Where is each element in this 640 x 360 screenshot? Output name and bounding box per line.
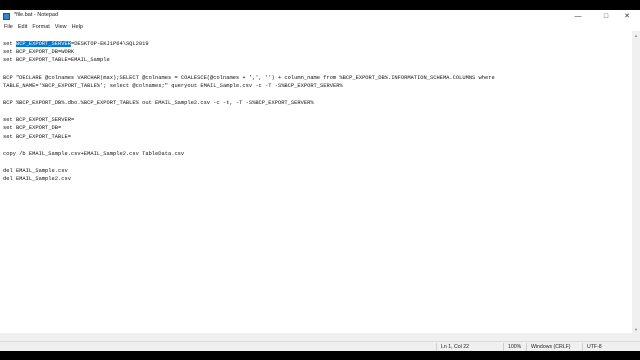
status-bar: Ln 1, Col 22 100% Windows (CRLF) UTF-8 xyxy=(0,341,640,351)
selected-text: BCP_EXPORT_SERVER xyxy=(15,41,71,47)
encoding: UTF-8 xyxy=(582,343,602,351)
menu-help[interactable]: Help xyxy=(72,24,83,30)
editor-line: copy /b EMAIL_Sample.csv+EMAIL_Sample2.c… xyxy=(3,151,185,157)
zoom-level: 100% xyxy=(503,343,521,351)
horizontal-scrollbar[interactable] xyxy=(0,333,632,341)
vertical-scrollbar[interactable]: ▲ ▼ xyxy=(632,31,640,341)
line-endings: Windows (CRLF) xyxy=(526,343,571,351)
editor-line: set BCP_EXPORT_DB=WORK xyxy=(3,49,75,55)
editor-line: set BCP_EXPORT_SERVER= xyxy=(3,117,75,123)
editor-line: BCP %BCP_EXPORT_DB%.dbo.%BCP_EXPORT_TABL… xyxy=(3,100,314,106)
editor-line: BCP "DECLARE @colnames VARCHAR(max);SELE… xyxy=(3,75,495,81)
editor-line: set BCP_EXPORT_TABLE= xyxy=(3,134,71,140)
scroll-down-icon[interactable]: ▼ xyxy=(632,325,640,333)
title-bar[interactable]: *file.bat - Notepad — □ ✕ xyxy=(0,10,640,22)
menu-edit[interactable]: Edit xyxy=(18,24,27,30)
close-button[interactable]: ✕ xyxy=(614,10,640,22)
menu-bar: File Edit Format View Help xyxy=(0,22,640,31)
text-editor[interactable]: set BCP_EXPORT_SERVER=DESKTOP-EKJ1P64\SQ… xyxy=(0,31,632,341)
window-title: *file.bat - Notepad xyxy=(14,12,59,19)
minimize-button[interactable]: — xyxy=(565,10,591,22)
editor-line: set BCP_EXPORT_SERVER=DESKTOP-EKJ1P64\SQ… xyxy=(3,40,149,48)
editor-line: del EMAIL_Sample2.csv xyxy=(3,176,71,182)
menu-file[interactable]: File xyxy=(4,24,13,30)
editor-line: set BCP_EXPORT_TABLE=EMAIL_Sample xyxy=(3,57,110,63)
editor-line: del EMAIL_Sample.csv xyxy=(3,168,68,174)
line-text: set xyxy=(3,41,16,47)
editor-line: set BCP_EXPORT_DB= xyxy=(3,125,62,131)
notepad-window: *file.bat - Notepad — □ ✕ File Edit Form… xyxy=(0,10,640,351)
menu-format[interactable]: Format xyxy=(32,24,49,30)
scroll-up-icon[interactable]: ▲ xyxy=(632,31,640,39)
notepad-icon xyxy=(3,12,10,20)
editor-line: TABLE_NAME='%BCP_EXPORT_TABLE%'; select … xyxy=(3,83,343,89)
cursor-position: Ln 1, Col 22 xyxy=(436,343,469,351)
line-text: =DESKTOP-EKJ1P64\SQL2019 xyxy=(70,41,149,47)
menu-view[interactable]: View xyxy=(55,24,67,30)
